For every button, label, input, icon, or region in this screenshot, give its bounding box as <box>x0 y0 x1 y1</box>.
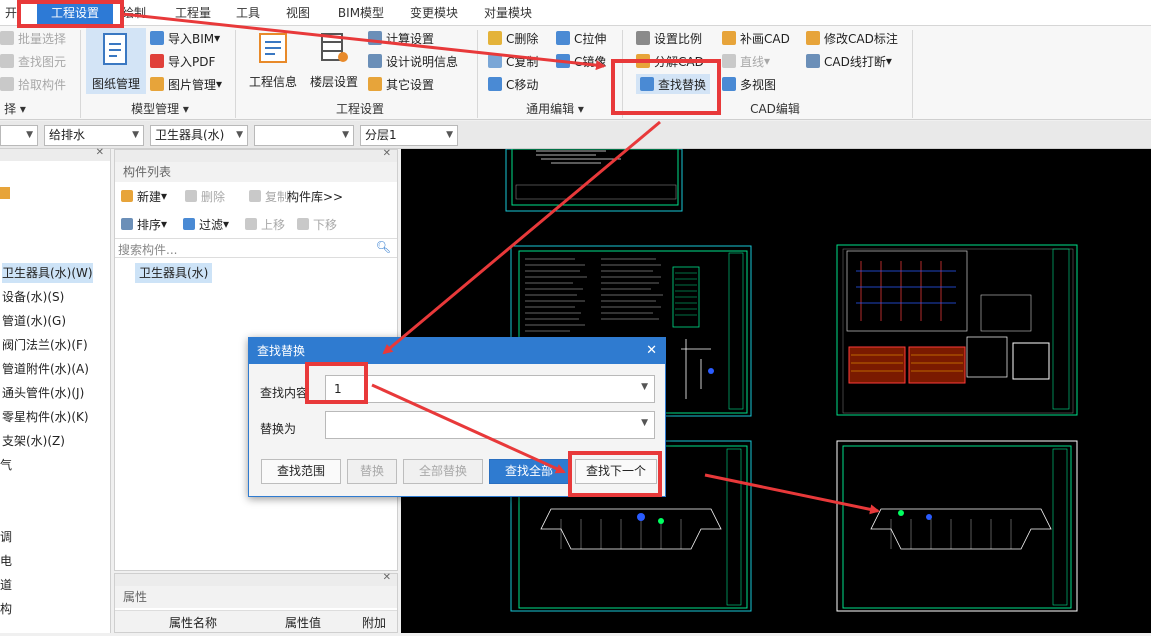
annotation-arrows <box>121 12 880 515</box>
